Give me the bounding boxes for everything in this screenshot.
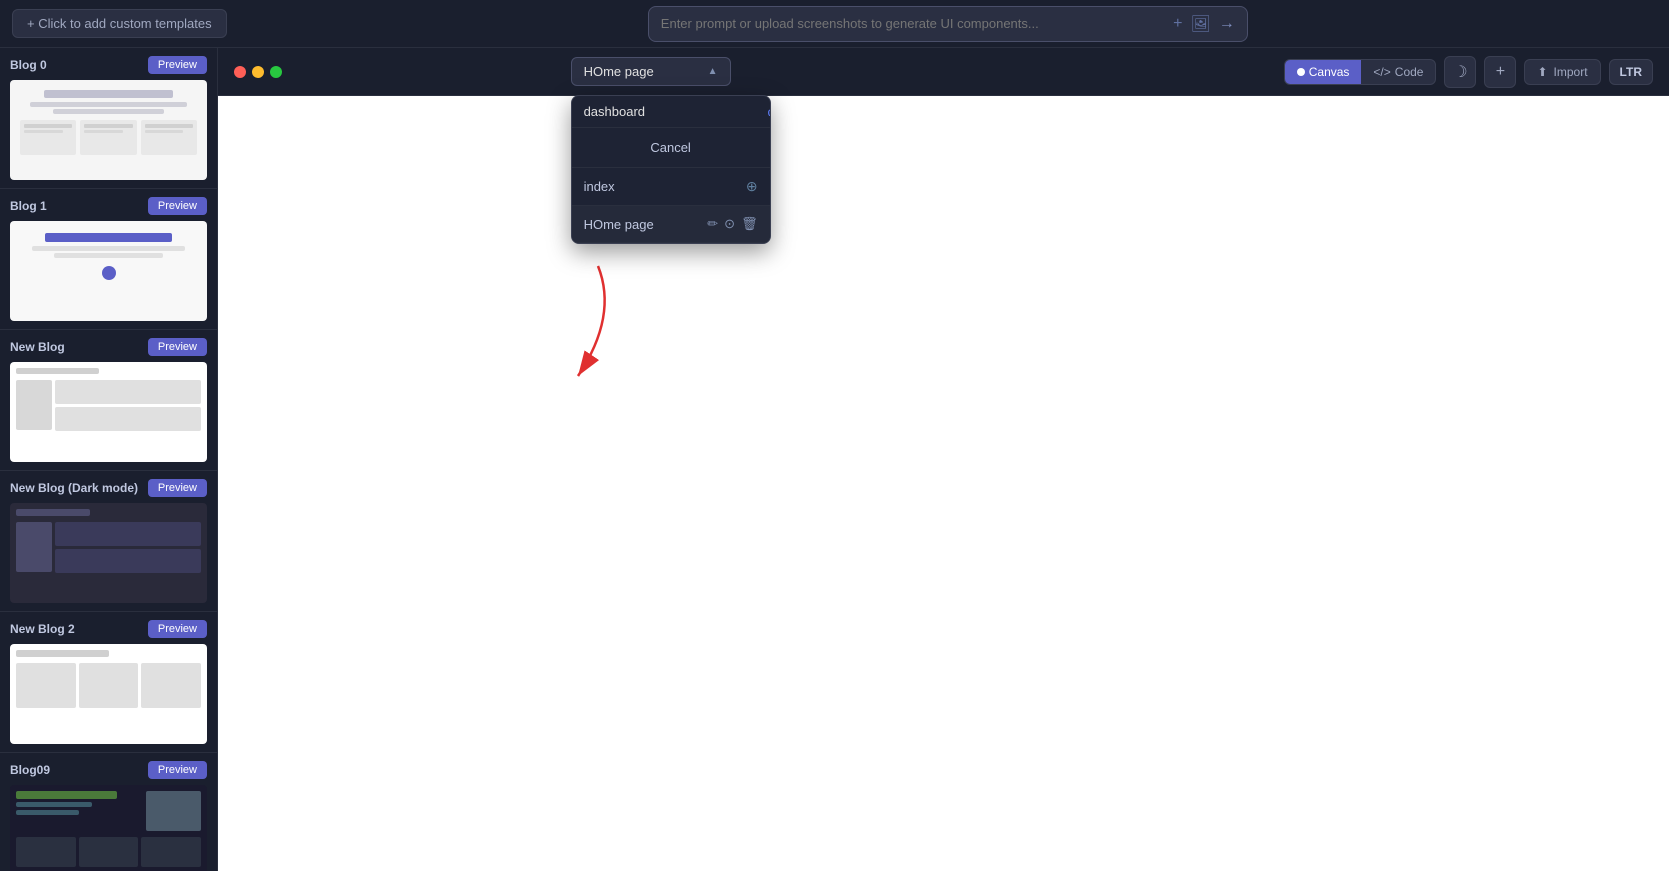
page-selector[interactable]: HOme page ▲ — [571, 57, 731, 86]
preview-button[interactable]: Preview — [148, 761, 207, 779]
template-thumbnail — [10, 503, 207, 603]
red-arrow-annotation — [398, 256, 648, 406]
edit-icon[interactable]: ✏ — [707, 216, 718, 232]
plus-icon[interactable]: + — [1173, 15, 1182, 33]
canvas-toolbar: HOme page ▲ done Cancel i — [218, 48, 1669, 96]
yellow-dot — [252, 66, 264, 78]
template-header: Blog 0 Preview — [10, 56, 207, 74]
moon-button[interactable]: ☽ — [1444, 56, 1476, 88]
canvas-content — [218, 96, 1669, 871]
page-selector-wrapper: HOme page ▲ done Cancel i — [571, 57, 731, 86]
add-page-button[interactable]: + — [1484, 56, 1516, 88]
template-thumbnail — [10, 80, 207, 180]
green-dot — [270, 66, 282, 78]
template-thumbnail — [10, 644, 207, 744]
red-dot — [234, 66, 246, 78]
window-dots — [234, 66, 282, 78]
list-item: New Blog Preview — [0, 330, 217, 471]
copy-icon[interactable]: ⊙ — [724, 216, 735, 232]
template-name: New Blog — [10, 340, 65, 354]
delete-icon[interactable]: 🗑 — [741, 216, 758, 232]
top-bar: + Click to add custom templates + 🖼 → — [0, 0, 1669, 48]
page-add-icon: ⊕ — [746, 178, 758, 195]
list-item: Blog 1 Preview — [0, 189, 217, 330]
moon-icon: ☽ — [1453, 62, 1467, 82]
template-name: Blog09 — [10, 763, 50, 777]
list-item: Blog 0 Preview — [0, 48, 217, 189]
page-name: index — [584, 179, 746, 194]
add-templates-button[interactable]: + Click to add custom templates — [12, 9, 227, 38]
template-name: New Blog 2 — [10, 622, 75, 636]
template-header: Blog 1 Preview — [10, 197, 207, 215]
template-name: Blog 0 — [10, 58, 47, 72]
code-brackets-icon: </> — [1373, 65, 1390, 79]
preview-button[interactable]: Preview — [148, 338, 207, 356]
rename-input[interactable] — [584, 104, 760, 119]
template-header: Blog09 Preview — [10, 761, 207, 779]
sidebar: Blog 0 Preview — [0, 48, 218, 871]
canvas-area: HOme page ▲ done Cancel i — [218, 48, 1669, 871]
view-toggle: Canvas </> Code — [1284, 59, 1437, 85]
code-view-button[interactable]: </> Code — [1361, 60, 1435, 84]
preview-button[interactable]: Preview — [148, 56, 207, 74]
canvas-view-button[interactable]: Canvas — [1285, 60, 1362, 84]
import-button[interactable]: ⬆ Import — [1524, 59, 1600, 85]
page-dropdown: done Cancel index ⊕ HOme page — [571, 95, 771, 244]
plus-icon: + — [1496, 63, 1505, 81]
import-arrow-icon: ⬆ — [1537, 65, 1547, 79]
main-layout: Blog 0 Preview — [0, 48, 1669, 871]
preview-button[interactable]: Preview — [148, 479, 207, 497]
list-item: New Blog 2 Preview — [0, 612, 217, 753]
import-label: Import — [1554, 65, 1588, 79]
code-label: Code — [1395, 65, 1424, 79]
list-item: Blog09 Preview — [0, 753, 217, 871]
send-icon[interactable]: → — [1219, 15, 1235, 33]
page-name-active: HOme page — [584, 217, 708, 232]
template-thumbnail — [10, 362, 207, 462]
template-thumbnail — [10, 221, 207, 321]
cancel-button[interactable]: Cancel — [584, 136, 758, 159]
preview-button[interactable]: Preview — [148, 197, 207, 215]
cancel-row: Cancel — [572, 128, 770, 168]
template-header: New Blog (Dark mode) Preview — [10, 479, 207, 497]
template-name: New Blog (Dark mode) — [10, 481, 138, 495]
template-header: New Blog Preview — [10, 338, 207, 356]
canvas-dot-icon — [1297, 68, 1305, 76]
dropdown-page-item-active[interactable]: HOme page ✏ ⊙ 🗑 — [572, 206, 770, 243]
ltr-button[interactable]: LTR — [1609, 59, 1653, 85]
right-toolbar: Canvas </> Code ☽ + ⬆ Import LTR — [1284, 56, 1653, 88]
preview-button[interactable]: Preview — [148, 620, 207, 638]
canvas-label: Canvas — [1309, 65, 1350, 79]
page-actions: ✏ ⊙ 🗑 — [707, 216, 757, 232]
chevron-up-icon: ▲ — [708, 66, 718, 77]
done-button[interactable]: done — [768, 105, 771, 119]
current-page-label: HOme page — [584, 64, 654, 79]
dropdown-page-item[interactable]: index ⊕ — [572, 168, 770, 206]
template-thumbnail — [10, 785, 207, 871]
template-header: New Blog 2 Preview — [10, 620, 207, 638]
image-upload-icon[interactable]: 🖼 — [1190, 14, 1210, 34]
template-name: Blog 1 — [10, 199, 47, 213]
prompt-input[interactable] — [661, 16, 1165, 31]
list-item: New Blog (Dark mode) Preview — [0, 471, 217, 612]
prompt-bar: + 🖼 → — [648, 6, 1248, 42]
rename-row: done — [572, 96, 770, 128]
